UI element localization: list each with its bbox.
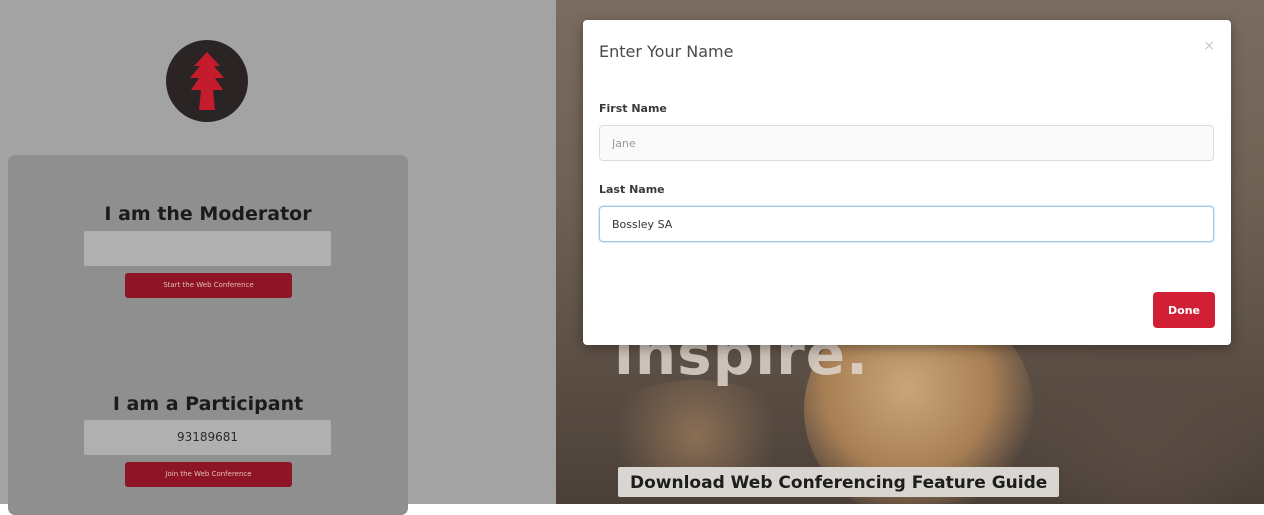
enter-name-modal: Enter Your Name × First Name Last Name D… <box>583 20 1231 345</box>
done-button[interactable]: Done <box>1153 292 1215 328</box>
first-name-label: First Name <box>599 102 667 115</box>
participant-code-field[interactable]: 93189681 <box>84 420 331 455</box>
start-conference-button[interactable]: Start the Web Conference <box>125 273 292 298</box>
participant-heading: I am a Participant <box>112 393 304 415</box>
last-name-input[interactable] <box>599 206 1214 242</box>
landing-left-panel: I am the Moderator Start the Web Confere… <box>0 0 556 515</box>
close-icon[interactable]: × <box>1203 38 1215 54</box>
moderator-code-field[interactable] <box>84 231 331 266</box>
brand-logo-icon <box>166 40 248 122</box>
join-conference-button[interactable]: Join the Web Conference <box>125 462 292 487</box>
last-name-label: Last Name <box>599 183 665 196</box>
first-name-input[interactable] <box>599 125 1214 161</box>
moderator-heading: I am the Moderator <box>104 203 312 225</box>
download-guide-button[interactable]: Download Web Conferencing Feature Guide <box>618 467 1060 497</box>
modal-title: Enter Your Name <box>599 42 734 61</box>
